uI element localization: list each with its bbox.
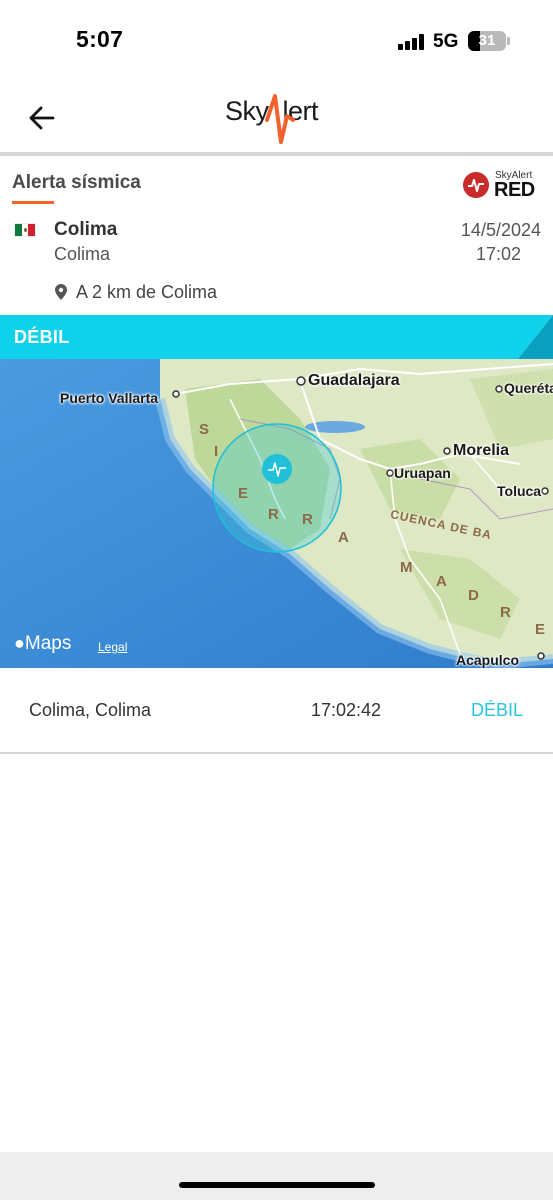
map-region-r2: R <box>302 511 314 528</box>
home-indicator-area <box>0 1152 553 1200</box>
status-time: 5:07 <box>76 26 124 52</box>
arrow-left-icon <box>29 106 55 130</box>
map-label-toluca: Toluca <box>497 483 542 499</box>
intensity-label: DÉBIL <box>14 327 70 347</box>
mexico-flag-icon <box>14 223 36 237</box>
map-region-r3: R <box>500 604 512 621</box>
app-header: Sky lert <box>0 80 553 154</box>
signal-icon <box>398 34 428 50</box>
map-region-i: I <box>214 443 220 460</box>
logo-text-sky: Sky <box>225 96 269 126</box>
status-bar: 5:07 5G 31 <box>0 0 553 80</box>
skyalert-red-badge: SkyAlert RED <box>463 170 543 202</box>
map-region-d: D <box>468 587 480 604</box>
location-pin-icon <box>55 284 67 300</box>
logo-pulse-icon <box>265 94 295 144</box>
map-legal-link[interactable]: Legal <box>98 640 127 654</box>
row-intensity: DÉBIL <box>471 700 524 720</box>
list-divider <box>0 752 553 754</box>
list-item[interactable]: Colima, Colima 17:02:42 DÉBIL <box>0 668 553 752</box>
alert-title: Alerta sísmica <box>12 172 141 193</box>
network-type: 5G <box>433 31 459 52</box>
map-region-r1: R <box>268 506 280 523</box>
battery-tip <box>507 37 510 45</box>
back-button[interactable] <box>24 100 60 136</box>
map-region-s: S <box>199 421 211 438</box>
map-region-a: A <box>338 529 350 546</box>
map-label-acapulco: Acapulco <box>456 652 520 668</box>
map-label-queretaro: Queréta <box>504 380 553 396</box>
map-region-m: M <box>400 559 414 576</box>
header-divider <box>0 152 553 156</box>
map-region-e: E <box>238 485 250 502</box>
apple-maps-logo: ●Maps <box>14 633 72 654</box>
red-pulse-icon <box>463 172 489 198</box>
badge-red: RED <box>494 179 535 201</box>
row-location: Colima, Colima <box>29 700 152 720</box>
home-indicator[interactable] <box>179 1182 375 1188</box>
skyalert-logo: Sky lert <box>225 90 335 146</box>
map-label-guadalajara: Guadalajara <box>308 372 400 389</box>
map-region-e2: E <box>535 621 547 638</box>
intensity-banner: DÉBIL <box>0 315 553 359</box>
map-region-a2: A <box>436 573 448 590</box>
title-underline <box>12 201 54 204</box>
map-label-uruapan: Uruapan <box>394 465 451 481</box>
alert-city: Colima <box>54 219 118 240</box>
map-label-morelia: Morelia <box>453 442 510 459</box>
battery-level: 31 <box>478 32 496 49</box>
alert-time: 17:02 <box>475 244 521 264</box>
alert-distance: A 2 km de Colima <box>76 282 218 302</box>
row-time: 17:02:42 <box>311 700 382 720</box>
map-label-puerto-vallarta: Puerto Vallarta <box>60 390 159 406</box>
alert-state: Colima <box>54 244 111 264</box>
apple-icon: ● <box>14 633 25 653</box>
alert-date: 14/5/2024 <box>460 220 541 240</box>
epicenter-map[interactable]: Guadalajara Puerto Vallarta Queréta More… <box>0 359 553 668</box>
battery-icon: 31 <box>468 31 506 51</box>
